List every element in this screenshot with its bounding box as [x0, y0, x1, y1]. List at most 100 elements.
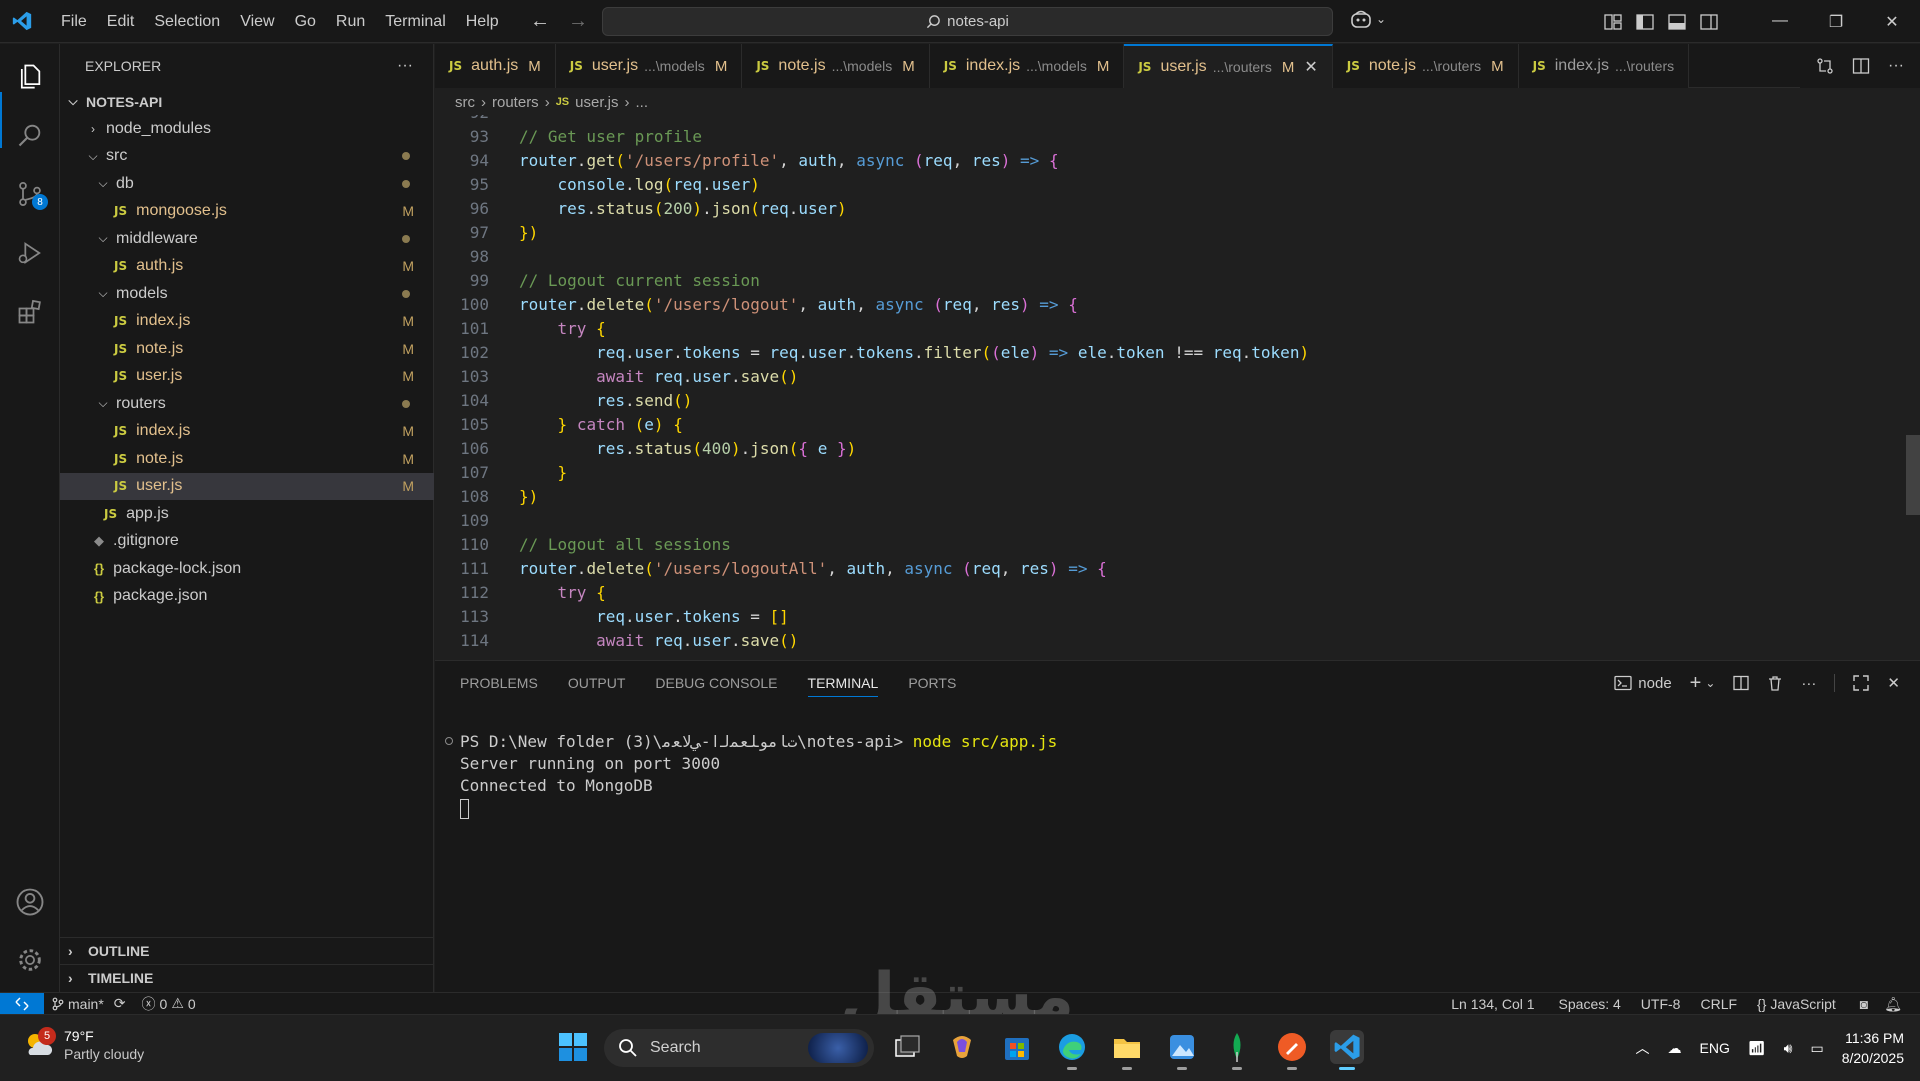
close-window-icon[interactable]: ✕ [1864, 12, 1920, 32]
file-item[interactable]: ◆ .gitignore [60, 528, 434, 555]
toggle-panel-icon[interactable] [1668, 13, 1686, 30]
close-tab-icon[interactable]: ✕ [1304, 57, 1317, 77]
project-root[interactable]: ⌵ NOTES-API [60, 88, 434, 115]
compare-changes-icon[interactable] [1816, 57, 1834, 75]
new-terminal-icon[interactable]: + [1690, 672, 1702, 695]
cursor-position[interactable]: Ln 134, Col 1 [1443, 996, 1542, 1012]
weather-widget[interactable]: 5 79°F Partly cloudy [22, 1027, 144, 1063]
folder-item[interactable]: ⌵ routers [60, 390, 434, 417]
split-editor-icon[interactable] [1852, 57, 1870, 75]
close-panel-icon[interactable]: ✕ [1887, 674, 1900, 692]
mongodb-compass-icon[interactable] [1220, 1030, 1254, 1070]
file-item[interactable]: JS user.js M [60, 363, 434, 390]
command-center-search[interactable]: notes-api [602, 7, 1333, 36]
source-control-icon[interactable]: 8 [12, 176, 48, 212]
file-item[interactable]: JS mongoose.js M [60, 198, 434, 225]
toggle-primary-sidebar-icon[interactable] [1636, 13, 1654, 30]
problems-indicator[interactable]: ⓧ 0 ⚠ 0 [134, 994, 204, 1014]
vscode-taskbar-icon[interactable] [1330, 1030, 1364, 1070]
postman-icon[interactable] [1275, 1030, 1309, 1070]
editor-tab[interactable]: JS index.js ...\routers [1518, 44, 1690, 88]
indentation[interactable]: Spaces: 4 [1551, 996, 1629, 1012]
code-line[interactable]: 114 await req.user.save() [435, 629, 1775, 653]
maximize-panel-icon[interactable] [1853, 675, 1870, 691]
code-line[interactable]: 113 req.user.tokens = [] [435, 605, 1775, 629]
wifi-icon[interactable]: 📶︎ [1748, 1040, 1766, 1057]
split-terminal-icon[interactable] [1733, 675, 1750, 691]
panel-tab-ports[interactable]: PORTS [908, 675, 956, 691]
copilot-button[interactable]: ⌄ [1350, 9, 1386, 29]
code-line[interactable]: 99 // Logout current session [435, 269, 1775, 293]
code-line[interactable]: 105 } catch (e) { [435, 413, 1775, 437]
restore-icon[interactable]: ❐ [1808, 12, 1864, 32]
code-line[interactable]: 93 // Get user profile [435, 125, 1775, 149]
file-item[interactable]: {} package.json [60, 583, 434, 610]
editor-tab[interactable]: JS user.js ...\models M [555, 44, 743, 88]
code-line[interactable]: 100 router.delete('/users/logout', auth, … [435, 293, 1775, 317]
file-item[interactable]: JS index.js M [60, 418, 434, 445]
encoding[interactable]: UTF-8 [1633, 996, 1689, 1012]
menu-item-selection[interactable]: Selection [144, 0, 230, 43]
panel-tab-terminal[interactable]: TERMINAL [807, 675, 879, 697]
menu-item-view[interactable]: View [230, 0, 284, 43]
edge-browser-icon[interactable] [1055, 1030, 1089, 1070]
file-item[interactable]: {} package-lock.json [60, 555, 434, 582]
file-item[interactable]: JS auth.js M [60, 253, 434, 280]
editor-tab[interactable]: JS index.js ...\models M [929, 44, 1125, 88]
photos-app-icon[interactable] [1165, 1030, 1199, 1070]
code-line[interactable]: 103 await req.user.save() [435, 365, 1775, 389]
code-line[interactable]: 110 // Logout all sessions [435, 533, 1775, 557]
bell-icon[interactable]: 🔔︎ [1876, 996, 1910, 1013]
panel-tab-output[interactable]: OUTPUT [568, 675, 626, 691]
code-line[interactable]: 106 res.status(400).json({ e }) [435, 437, 1775, 461]
sync-icon[interactable]: ⟳ [114, 995, 126, 1012]
search-icon[interactable] [12, 117, 48, 153]
code-line[interactable]: 112 try { [435, 581, 1775, 605]
clock[interactable]: 11:36 PM 8/20/2025 [1842, 1028, 1904, 1068]
taskbar-search[interactable]: Search [604, 1029, 874, 1067]
folder-item[interactable]: ⌵ db [60, 170, 434, 197]
code-line[interactable]: 109 [435, 509, 1775, 533]
onedrive-icon[interactable]: ☁ [1668, 1040, 1682, 1057]
copilot-app-icon[interactable] [945, 1030, 979, 1064]
trash-icon[interactable] [1767, 675, 1783, 691]
menu-item-go[interactable]: Go [285, 0, 326, 43]
outline-section[interactable]: › OUTLINE [60, 937, 434, 964]
code-line[interactable]: 102 req.user.tokens = req.user.tokens.fi… [435, 341, 1775, 365]
explorer-icon[interactable] [12, 58, 48, 94]
code-line[interactable]: 98 [435, 245, 1775, 269]
volume-icon[interactable]: 🔊︎ [1784, 1040, 1793, 1057]
timeline-section[interactable]: › TIMELINE [60, 964, 434, 991]
extensions-icon[interactable] [12, 294, 48, 330]
code-line[interactable]: 97}) [435, 221, 1775, 245]
editor-tab[interactable]: JS note.js ...\routers M [1332, 44, 1519, 88]
chevron-down-icon[interactable]: ⌄ [1705, 676, 1715, 690]
menu-item-run[interactable]: Run [326, 0, 375, 43]
file-item[interactable]: JS index.js M [60, 308, 434, 335]
file-explorer-icon[interactable] [1110, 1030, 1144, 1070]
breadcrumb-tail[interactable]: ... [636, 94, 649, 111]
battery-icon[interactable]: ▭ [1810, 1040, 1823, 1057]
code-line[interactable]: 108}) [435, 485, 1775, 509]
menu-item-edit[interactable]: Edit [97, 0, 145, 43]
editor-tab[interactable]: JS auth.js M [435, 44, 556, 88]
folder-item[interactable]: ⌵ src [60, 143, 434, 170]
gear-icon[interactable] [12, 942, 48, 978]
start-button[interactable] [556, 1030, 590, 1064]
language-mode[interactable]: {} JavaScript [1749, 996, 1844, 1012]
folder-item[interactable]: ⌵ middleware [60, 225, 434, 252]
code-line[interactable]: 96 res.status(200).json(req.user) [435, 197, 1775, 221]
menu-item-terminal[interactable]: Terminal [375, 0, 455, 43]
chevron-up-icon[interactable]: ︿ [1636, 1038, 1650, 1058]
breadcrumb-file[interactable]: user.js [575, 94, 618, 111]
microsoft-store-icon[interactable] [1000, 1030, 1034, 1064]
minimize-icon[interactable]: — [1752, 12, 1808, 32]
code-line[interactable]: 101 try { [435, 317, 1775, 341]
folder-item[interactable]: › node_modules [60, 115, 434, 142]
more-actions-icon[interactable]: ··· [1888, 57, 1904, 75]
code-line[interactable]: 94 router.get('/users/profile', auth, asy… [435, 149, 1775, 173]
code-line[interactable]: 92 [435, 115, 1775, 125]
terminal-output[interactable]: PS D:\New folder (3)\ﺕﺎﻣﻮﻠﻌﻤﻟا-ﻲﻟﺎﻌﻣ\not… [460, 731, 1057, 819]
menu-item-help[interactable]: Help [456, 0, 509, 43]
breadcrumb-routers[interactable]: routers [492, 94, 539, 111]
